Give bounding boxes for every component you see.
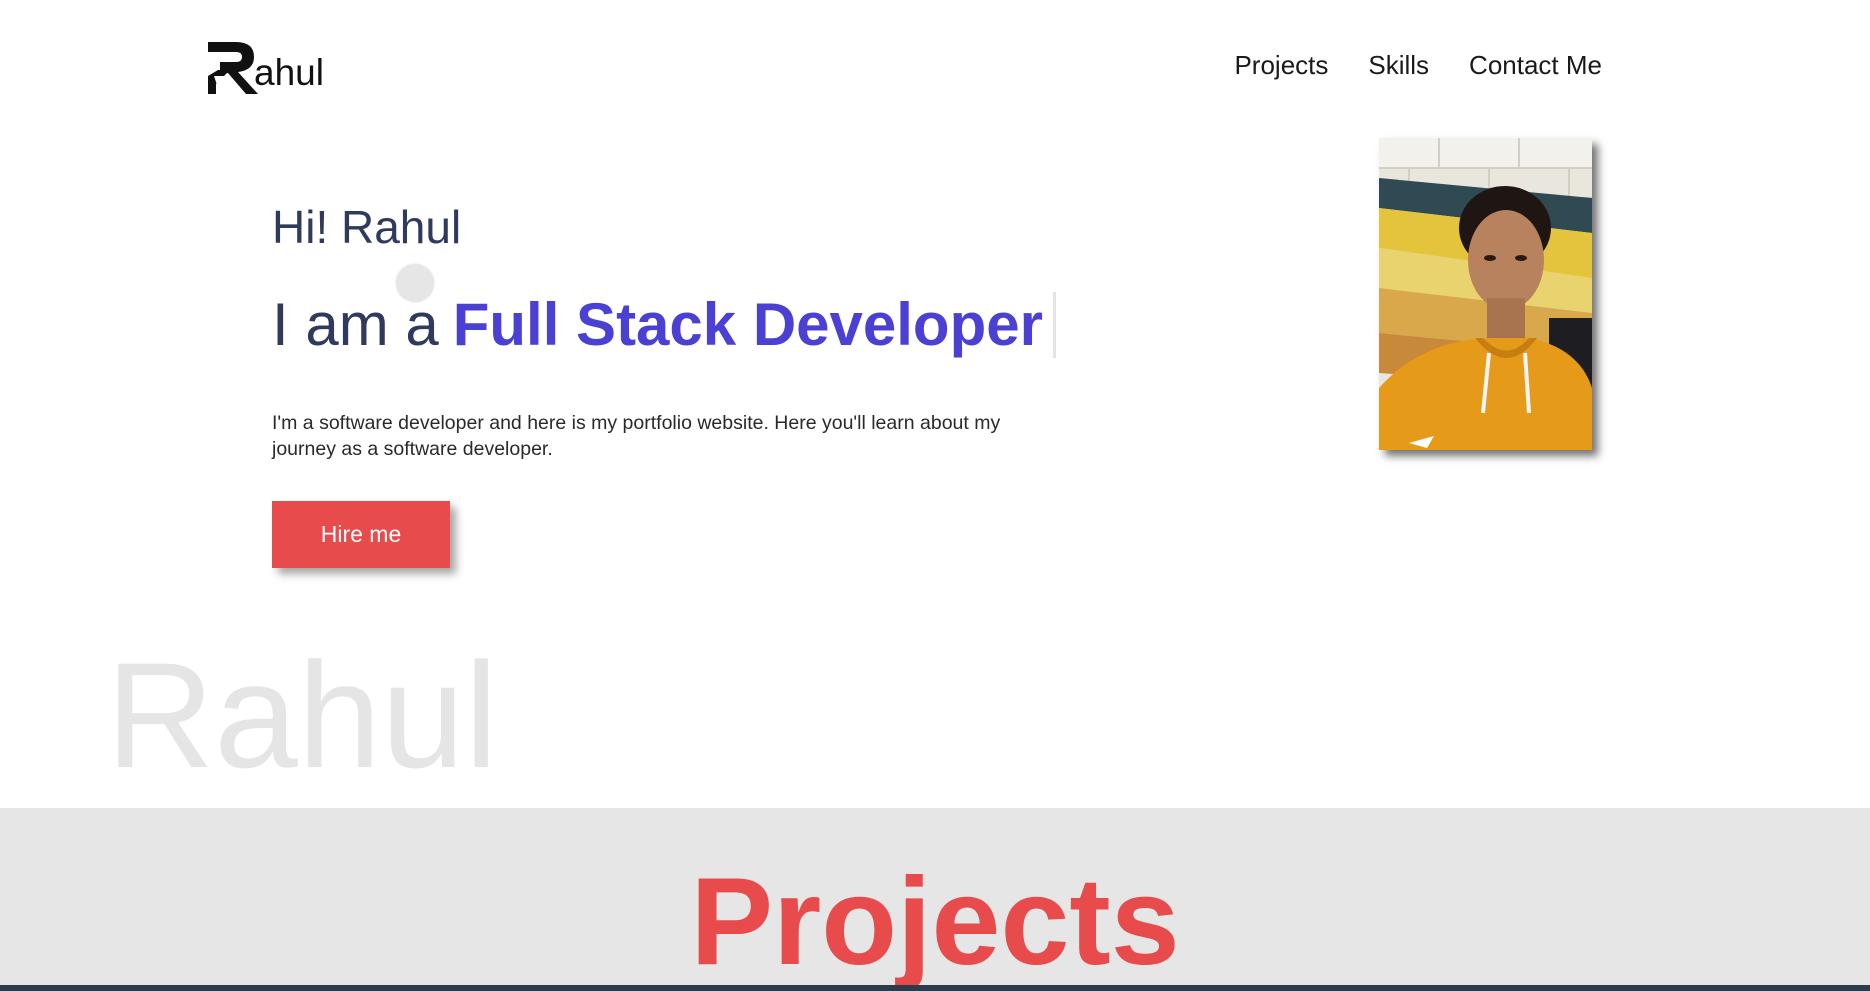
projects-heading: Projects (690, 853, 1180, 991)
typing-caret (1052, 291, 1056, 358)
r-logo-icon (208, 42, 258, 94)
nav-projects[interactable]: Projects (1234, 50, 1328, 81)
hero-headline: I am a Full Stack Developer (272, 290, 1056, 359)
logo-text: ahul (254, 52, 324, 93)
hero-greeting: Hi! Rahul (272, 201, 462, 253)
main-nav: Projects Skills Contact Me (1234, 50, 1602, 81)
nav-skills[interactable]: Skills (1368, 50, 1429, 81)
nav-contact-me[interactable]: Contact Me (1469, 50, 1602, 81)
headline-prefix: I am a (272, 291, 439, 358)
site-logo[interactable]: ahul (206, 40, 324, 96)
bottom-divider (0, 985, 1870, 991)
background-watermark: Rahul (106, 631, 498, 799)
portfolio-page: ahul Projects Skills Contact Me Hi! Rahu… (0, 0, 1870, 991)
profile-photo (1379, 138, 1592, 450)
hire-me-button[interactable]: Hire me (272, 501, 450, 568)
headline-role: Full Stack Developer (452, 291, 1043, 358)
hero-intro: I'm a software developer and here is my … (272, 412, 1001, 460)
